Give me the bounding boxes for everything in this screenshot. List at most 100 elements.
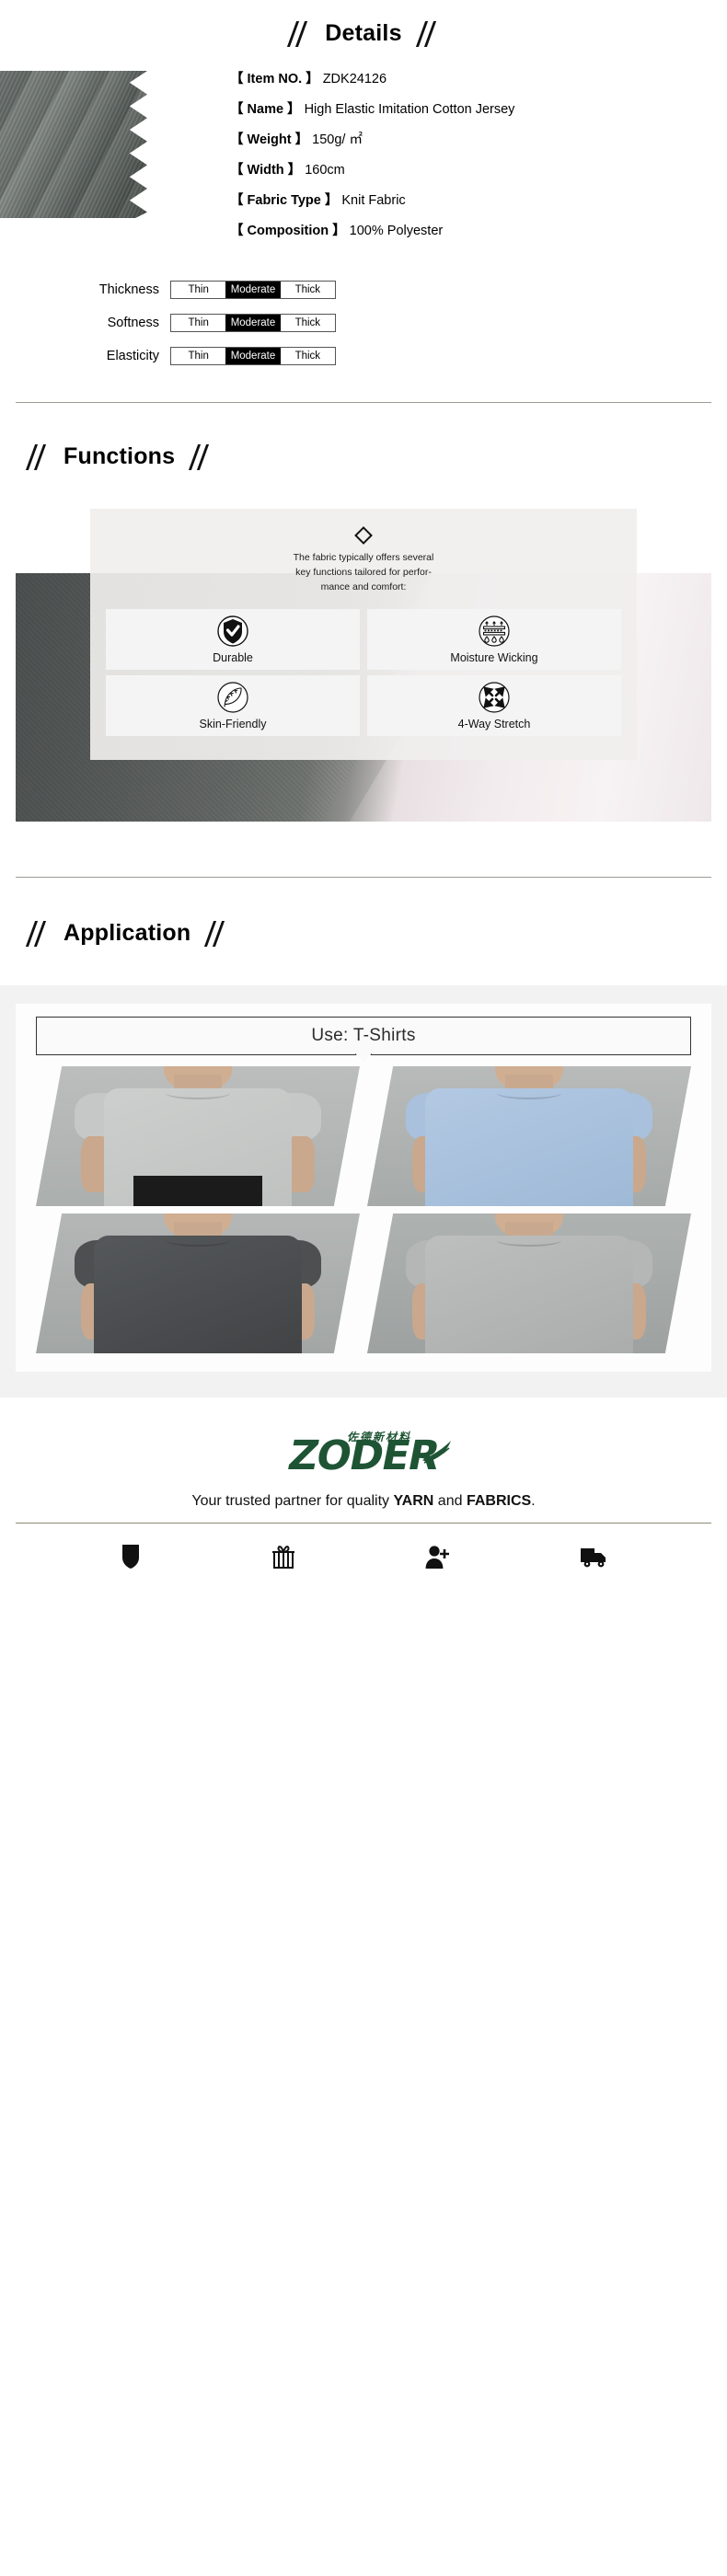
spec-key: 【 Weight 】 (230, 132, 309, 147)
rating-option-thick[interactable]: Thick (280, 315, 335, 331)
use-banner-label: Use: T-Shirts (311, 1026, 416, 1045)
delivery-truck-icon[interactable] (580, 1545, 607, 1569)
functions-title: Functions (63, 443, 176, 469)
rating-option-moderate[interactable]: Moderate (225, 315, 281, 331)
rating-option-thin[interactable]: Thin (171, 315, 226, 331)
gift-icon[interactable] (271, 1544, 295, 1570)
logo-wordmark: ZODER (283, 1432, 444, 1479)
page-title: Details (325, 20, 402, 46)
tagline-yarn: YARN (393, 1493, 434, 1509)
shirt-photo-light-blue-mens-tee[interactable] (367, 1066, 691, 1206)
four-way-arrows-icon (478, 681, 511, 714)
footer-icon-bar (0, 1524, 727, 1570)
functions-intro-line-2: key functions tailored for perfor- (295, 566, 432, 578)
rating-bar[interactable]: Thin Moderate Thick (170, 314, 336, 332)
spec-key: 【 Composition 】 (230, 224, 346, 238)
slash-decoration-right-icon (415, 20, 441, 47)
tagline-fabrics: FABRICS (466, 1493, 532, 1509)
shield-check-icon (216, 615, 249, 648)
spec-value: ZDK24126 (322, 72, 387, 86)
rating-label: Softness (107, 316, 159, 330)
rating-bar[interactable]: Thin Moderate Thick (170, 347, 336, 365)
shirt-photo-charcoal-mens-tee[interactable] (36, 1213, 360, 1353)
add-user-icon[interactable] (424, 1544, 450, 1570)
banner-notch (355, 1053, 372, 1063)
application-stage: Use: T-Shirts (0, 985, 727, 1397)
functions-intro: The fabric typically offers several key … (90, 551, 637, 594)
spec-row: 【 Name 】 High Elastic Imitation Cotton Je… (230, 103, 727, 117)
function-label: 4-Way Stretch (457, 718, 531, 731)
rating-option-thin[interactable]: Thin (171, 282, 226, 298)
shield-icon[interactable] (120, 1544, 142, 1570)
spec-row: 【 Width 】 160cm (230, 164, 727, 178)
application-inner: Use: T-Shirts (16, 1004, 711, 1372)
rating-option-thick[interactable]: Thick (280, 282, 335, 298)
function-label: Skin-Friendly (199, 718, 267, 731)
spec-value: 100% Polyester (349, 224, 444, 238)
function-card-durable[interactable]: Durable (106, 609, 360, 671)
rating-option-thin[interactable]: Thin (171, 348, 226, 364)
details-heading-row: Details (0, 0, 727, 47)
function-card-four-way-stretch[interactable]: 4-Way Stretch (367, 675, 621, 737)
spec-key: 【 Item NO. 】 (230, 72, 319, 86)
details-body: 【 Item NO. 】 ZDK24126 【 Name 】 High Elasti… (0, 71, 727, 238)
spec-row: 【 Fabric Type 】 Knit Fabric (230, 194, 727, 208)
rating-row-softness: Softness Thin Moderate Thick (0, 314, 727, 332)
function-card-skin-friendly[interactable]: Skin-Friendly (106, 675, 360, 737)
section-divider (16, 402, 711, 403)
spec-key: 【 Name 】 (230, 102, 301, 117)
spec-list: 【 Item NO. 】 ZDK24126 【 Name 】 High Elasti… (230, 73, 727, 238)
slash-decoration-left-icon (25, 443, 51, 470)
shirt-photo-light-grey-mens-tee[interactable] (367, 1213, 691, 1353)
rating-row-elasticity: Elasticity Thin Moderate Thick (0, 347, 727, 365)
spec-value: High Elastic Imitation Cotton Jersey (304, 102, 515, 117)
functions-intro-line-3: mance and comfort: (320, 581, 407, 592)
function-card-moisture-wicking[interactable]: Moisture Wicking (367, 609, 621, 671)
fabric-ratings: Thickness Thin Moderate Thick Softness T… (0, 281, 727, 365)
footer: 佐德新材料 ZODER Your trusted partner for qua… (0, 1397, 727, 1570)
use-banner: Use: T-Shirts (36, 1017, 691, 1063)
spec-row: 【 Weight 】 150g/ ㎡ (230, 133, 727, 147)
functions-section: Functions The fabric typically offers se… (0, 403, 727, 878)
function-label: Durable (213, 651, 253, 665)
rating-option-moderate[interactable]: Moderate (225, 282, 281, 298)
rating-bar[interactable]: Thin Moderate Thick (170, 281, 336, 299)
slash-decoration-right-icon (203, 920, 229, 947)
spec-key: 【 Fabric Type 】 (230, 193, 339, 208)
slash-decoration-left-icon (286, 20, 312, 47)
spec-key: 【 Width 】 (230, 163, 302, 178)
rating-label: Thickness (98, 282, 159, 297)
feather-icon (216, 681, 249, 714)
application-title: Application (63, 920, 191, 946)
moisture-wicking-icon (478, 615, 511, 648)
slash-decoration-left-icon (25, 920, 51, 947)
slash-decoration-right-icon (188, 443, 213, 470)
rating-row-thickness: Thickness Thin Moderate Thick (0, 281, 727, 299)
functions-grid: Durable Moisture Wicking Skin-Friendly 4… (106, 609, 621, 737)
spec-value: 150g/ ㎡ (312, 132, 363, 147)
tagline-part-2: and (433, 1493, 467, 1509)
spec-row: 【 Composition 】 100% Polyester (230, 224, 727, 238)
rating-label: Elasticity (106, 349, 159, 363)
application-section: Application Use: T-Shirts (0, 878, 727, 1397)
function-label: Moisture Wicking (450, 651, 538, 665)
tagline-part-3: . (531, 1493, 536, 1509)
brand-logo: 佐德新材料 ZODER (0, 1429, 727, 1482)
diamond-icon (354, 526, 373, 545)
rating-option-moderate[interactable]: Moderate (225, 348, 281, 364)
details-section: Details 【 Item NO. 】 ZDK24126 【 Name 】 Hig… (0, 0, 727, 403)
leaf-icon (422, 1441, 451, 1464)
tagline-part-1: Your trusted partner for quality (191, 1493, 394, 1509)
footer-tagline: Your trusted partner for quality YARN an… (0, 1493, 727, 1510)
functions-heading-row: Functions (0, 403, 727, 470)
spec-row: 【 Item NO. 】 ZDK24126 (230, 73, 727, 86)
functions-panel: The fabric typically offers several key … (90, 509, 637, 761)
rating-option-thick[interactable]: Thick (280, 348, 335, 364)
shirt-photo-heather-grey-womens-tee[interactable] (36, 1066, 360, 1206)
fabric-swatch-image (0, 71, 147, 218)
spec-value: Knit Fabric (341, 193, 406, 208)
shirt-photo-grid (36, 1066, 691, 1353)
spec-value: 160cm (305, 163, 345, 178)
functions-stage: The fabric typically offers several key … (0, 509, 727, 822)
application-heading-row: Application (0, 878, 727, 947)
